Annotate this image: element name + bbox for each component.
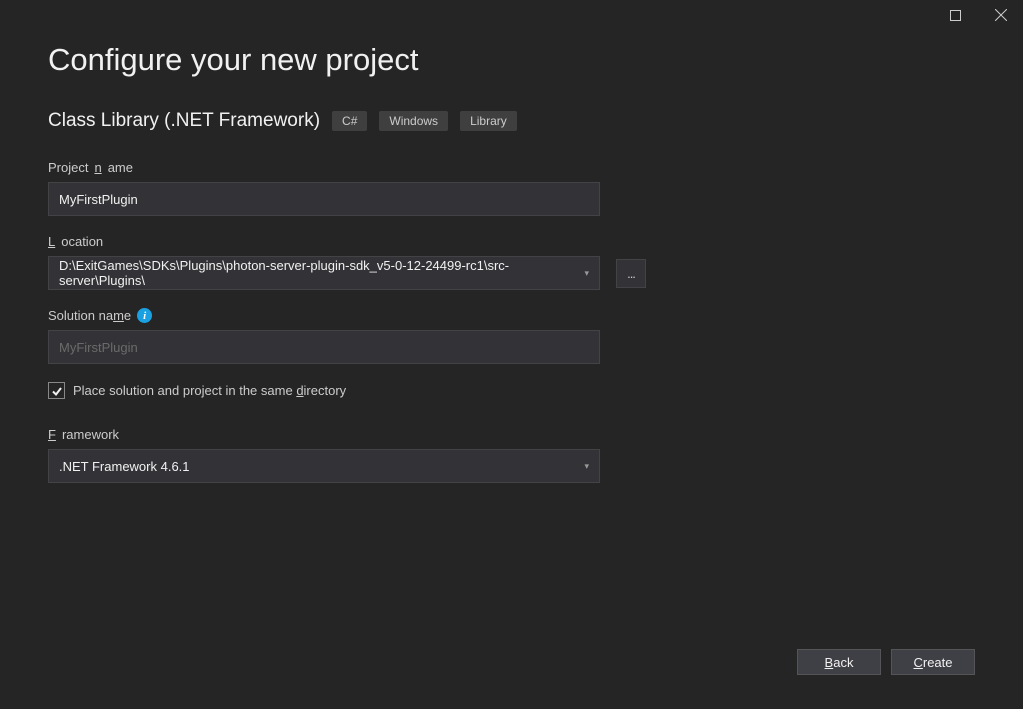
framework-group: Framework .NET Framework 4.6.1 ▾: [48, 427, 975, 483]
dialog-content: Configure your new project Class Library…: [0, 0, 1023, 483]
back-button[interactable]: Back: [797, 649, 881, 675]
framework-label: Framework: [48, 427, 975, 442]
framework-value: .NET Framework 4.6.1: [59, 459, 190, 474]
same-directory-checkbox[interactable]: [48, 382, 65, 399]
solution-name-input: [48, 330, 600, 364]
location-dropdown[interactable]: D:\ExitGames\SDKs\Plugins\photon-server-…: [48, 256, 600, 290]
location-group: Location D:\ExitGames\SDKs\Plugins\photo…: [48, 234, 975, 290]
project-name-input[interactable]: [48, 182, 600, 216]
chevron-down-icon: ▾: [584, 268, 589, 279]
tag-type: Library: [460, 111, 517, 131]
info-icon[interactable]: i: [137, 308, 152, 323]
solution-name-label: Solution name i: [48, 308, 975, 323]
project-name-label: Project name: [48, 160, 975, 175]
page-title: Configure your new project: [48, 42, 975, 78]
chevron-down-icon: ▾: [584, 461, 589, 472]
framework-dropdown[interactable]: .NET Framework 4.6.1 ▾: [48, 449, 600, 483]
same-directory-row: Place solution and project in the same d…: [48, 382, 975, 399]
create-button[interactable]: Create: [891, 649, 975, 675]
dialog-footer: Back Create: [797, 649, 975, 675]
tag-platform: Windows: [379, 111, 448, 131]
close-button[interactable]: [978, 0, 1023, 30]
maximize-button[interactable]: [933, 0, 978, 30]
template-summary-row: Class Library (.NET Framework) C# Window…: [48, 110, 975, 132]
project-name-group: Project name: [48, 160, 975, 216]
location-value: D:\ExitGames\SDKs\Plugins\photon-server-…: [59, 258, 584, 288]
browse-button[interactable]: ...: [616, 259, 646, 288]
solution-name-group: Solution name i: [48, 308, 975, 364]
tag-language: C#: [332, 111, 367, 131]
same-directory-label: Place solution and project in the same d…: [73, 383, 346, 398]
location-label: Location: [48, 234, 975, 249]
titlebar: [933, 0, 1023, 30]
template-name: Class Library (.NET Framework): [48, 110, 320, 132]
